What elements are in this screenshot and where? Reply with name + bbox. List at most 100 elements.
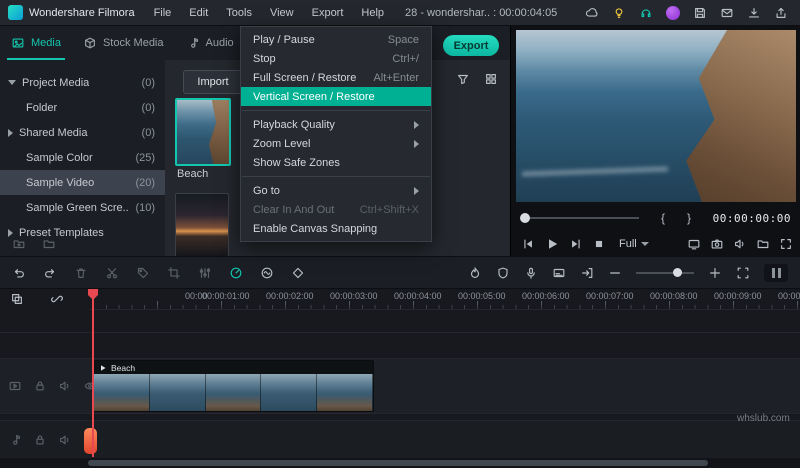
cloud-icon[interactable] (585, 6, 599, 20)
video-track-icon (8, 379, 22, 393)
download-icon[interactable] (747, 6, 761, 20)
mark-out-button[interactable]: } (687, 211, 691, 225)
speaker-icon[interactable] (733, 237, 747, 251)
media-thumbnail-sunset[interactable] (175, 193, 229, 257)
headset-icon[interactable] (639, 6, 653, 20)
menu-item-show-safe-zones[interactable]: Show Safe Zones (241, 153, 431, 172)
menu-item-shortcut: Ctrl+Shift+X (359, 203, 419, 216)
manage-tracks-icon[interactable] (10, 292, 24, 306)
seek-bar[interactable] (520, 213, 639, 223)
menu-file[interactable]: File (145, 7, 181, 19)
fullscreen-icon[interactable] (779, 237, 793, 251)
mail-icon[interactable] (720, 6, 734, 20)
next-frame-button[interactable] (569, 237, 583, 251)
horizontal-scrollbar[interactable] (0, 458, 800, 468)
open-folder-icon[interactable] (756, 237, 770, 251)
menu-item-zoom-level[interactable]: Zoom Level (241, 134, 431, 153)
menu-item-play-pause[interactable]: Play / Pause Space (241, 30, 431, 49)
detach-monitor-icon[interactable] (687, 237, 701, 251)
tab-stock-media[interactable]: Stock Media (72, 26, 175, 60)
undo-icon[interactable] (12, 266, 26, 280)
adjust-sliders-icon[interactable] (198, 266, 212, 280)
sidebar-item-shared-media[interactable]: Shared Media (0) (0, 120, 165, 145)
menu-item-stop[interactable]: Stop Ctrl+/ (241, 49, 431, 68)
menu-help[interactable]: Help (352, 7, 393, 19)
scrollbar-handle[interactable] (88, 460, 708, 466)
new-folder-icon[interactable] (12, 237, 26, 251)
audio-track[interactable] (0, 420, 800, 459)
share-icon[interactable] (774, 6, 788, 20)
menu-edit[interactable]: Edit (180, 7, 217, 19)
previous-frame-button[interactable] (521, 237, 535, 251)
redo-icon[interactable] (43, 266, 57, 280)
render-preview-icon[interactable] (468, 266, 482, 280)
link-icon[interactable] (50, 292, 64, 306)
mute-speaker-icon[interactable] (58, 379, 72, 393)
filmora-window: Wondershare Filmora File Edit Tools View… (0, 0, 800, 468)
timeline-zoom-slider[interactable] (636, 267, 694, 277)
sidebar-item-project-media[interactable]: Project Media (0) (0, 70, 165, 95)
mark-in-button[interactable]: { (661, 211, 665, 225)
split-scissors-icon[interactable] (105, 266, 119, 280)
import-button[interactable]: Import (183, 70, 243, 94)
sidebar-item-sample-video[interactable]: Sample Video (20) (0, 170, 165, 195)
menu-item-playback-quality[interactable]: Playback Quality (241, 115, 431, 134)
shield-icon[interactable] (496, 266, 510, 280)
user-avatar[interactable] (666, 5, 680, 20)
sidebar-item-label: Sample Video (26, 176, 95, 189)
menu-item-full-screen-restore[interactable]: Full Screen / Restore Alt+Enter (241, 68, 431, 87)
grid-view-icon[interactable] (484, 72, 498, 86)
keyframe-icon[interactable] (291, 266, 305, 280)
timeline-ruler[interactable]: 00:00 00:00:01:00 00:00:02:00 00:00:03:0… (90, 289, 800, 310)
tab-audio[interactable]: Audio (175, 26, 245, 60)
ruler-label: 00:00:09:00 (714, 291, 762, 301)
menu-item-enable-canvas-snapping[interactable]: Enable Canvas Snapping (241, 219, 431, 238)
sidebar-item-count: (25) (135, 151, 155, 164)
submenu-arrow-icon (414, 139, 419, 148)
save-icon[interactable] (693, 6, 707, 20)
audio-wave-icon[interactable] (260, 266, 274, 280)
stop-button[interactable] (592, 237, 606, 251)
menu-item-vertical-screen-restore[interactable]: Vertical Screen / Restore (241, 87, 431, 106)
watermark-text: whslub.com (737, 413, 790, 424)
menu-tools[interactable]: Tools (217, 7, 261, 19)
zoom-to-fit-icon[interactable] (736, 266, 750, 280)
crop-icon[interactable] (167, 266, 181, 280)
playhead-line[interactable] (92, 299, 94, 457)
track-height-toggle-icon[interactable] (764, 263, 788, 282)
menu-item-label: Full Screen / Restore (253, 71, 357, 84)
delete-folder-icon[interactable] (42, 237, 56, 251)
lock-icon[interactable] (33, 379, 47, 393)
speed-icon[interactable] (229, 266, 243, 280)
marker-tag-icon[interactable] (136, 266, 150, 280)
preview-timecode: 00:00:00:00 (712, 211, 791, 225)
sidebar-item-folder[interactable]: Folder (0) (0, 95, 165, 120)
play-button[interactable] (544, 236, 560, 252)
lock-icon[interactable] (33, 433, 47, 447)
lightbulb-icon[interactable] (612, 6, 626, 20)
preview-zoom-select[interactable]: Full (619, 238, 649, 250)
zoom-slider-handle[interactable] (673, 267, 682, 277)
filter-icon[interactable] (456, 72, 470, 86)
tab-media[interactable]: Media (0, 26, 72, 60)
timeline-clip-beach[interactable]: Beach (93, 360, 374, 412)
menu-item-label: Enable Canvas Snapping (253, 222, 378, 235)
subtitle-icon[interactable] (552, 266, 566, 280)
menu-view[interactable]: View (261, 7, 303, 19)
sidebar-item-sample-green-screen[interactable]: Sample Green Scre.. (10) (0, 195, 165, 220)
menu-item-go-to[interactable]: Go to (241, 181, 431, 200)
add-to-timeline-icon[interactable] (580, 266, 594, 280)
snapshot-camera-icon[interactable] (710, 237, 724, 251)
zoom-out-icon[interactable] (608, 266, 622, 280)
sidebar-item-sample-color[interactable]: Sample Color (25) (0, 145, 165, 170)
microphone-icon[interactable] (524, 266, 538, 280)
delete-icon[interactable] (74, 266, 88, 280)
menu-export[interactable]: Export (303, 7, 353, 19)
export-button[interactable]: Export (443, 35, 499, 56)
media-thumbnail-beach[interactable] (175, 98, 231, 166)
record-voiceover-clip[interactable] (84, 428, 97, 454)
zoom-in-icon[interactable] (708, 266, 722, 280)
seek-handle[interactable] (520, 213, 530, 223)
preview-video[interactable] (516, 30, 796, 202)
mute-speaker-icon[interactable] (58, 433, 72, 447)
